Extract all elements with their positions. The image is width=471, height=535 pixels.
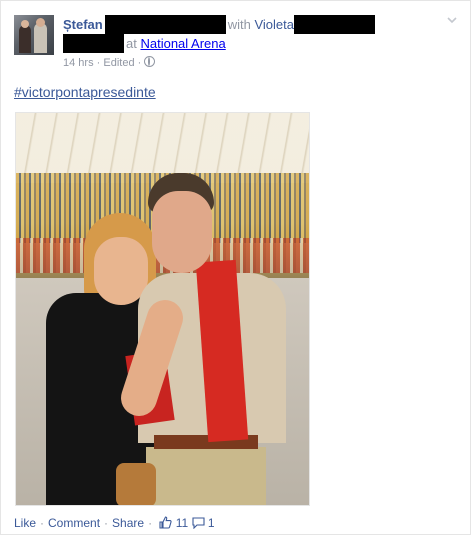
like-count[interactable]: 11 (176, 516, 188, 530)
post-header-line2: at National Arena (63, 34, 226, 54)
action-separator: · (148, 516, 153, 530)
redacted-tagged-surname-cont (63, 34, 124, 53)
avatar-head-right (36, 18, 45, 27)
avatar-figure-left (19, 25, 31, 53)
chevron-down-icon[interactable] (447, 15, 457, 25)
avatar-head-left (21, 20, 29, 28)
action-separator: · (40, 516, 45, 530)
avatar-figure-right (34, 23, 47, 53)
post-photo[interactable] (15, 112, 310, 506)
comment-count[interactable]: 1 (208, 516, 215, 530)
tagged-friend-link[interactable]: Violeta (254, 17, 294, 32)
post-meta: 14 hrs · Edited · (63, 56, 156, 70)
edited-link[interactable]: Edited (103, 57, 134, 69)
thumbs-up-icon[interactable] (159, 516, 173, 529)
with-text: with (227, 17, 251, 32)
at-text: at (126, 36, 137, 51)
share-link[interactable]: Share (112, 516, 144, 530)
man-face (152, 191, 212, 273)
meta-separator-2: · (137, 57, 142, 69)
redacted-tagged-surname (294, 15, 375, 34)
redacted-author-surname (104, 15, 226, 34)
post-card: Ștefan with Violeta at National Arena 14 … (0, 0, 471, 535)
action-separator: · (104, 516, 109, 530)
handbag (116, 463, 156, 505)
hashtag-link[interactable]: #victorpontapresedinte (14, 84, 156, 100)
author-name-link[interactable]: Ștefan (63, 17, 103, 32)
meta-separator: · (96, 57, 101, 69)
speech-bubble-icon[interactable] (192, 517, 205, 529)
comment-link[interactable]: Comment (48, 516, 100, 530)
post-header: Ștefan with Violeta (63, 15, 423, 35)
location-link[interactable]: National Arena (140, 36, 225, 51)
like-link[interactable]: Like (14, 516, 36, 530)
author-avatar[interactable] (14, 15, 54, 55)
post-actions: Like · Comment · Share · 11 1 (14, 516, 215, 530)
globe-icon[interactable] (144, 56, 156, 67)
timestamp-link[interactable]: 14 hrs (63, 57, 94, 69)
man-pants (146, 447, 266, 505)
